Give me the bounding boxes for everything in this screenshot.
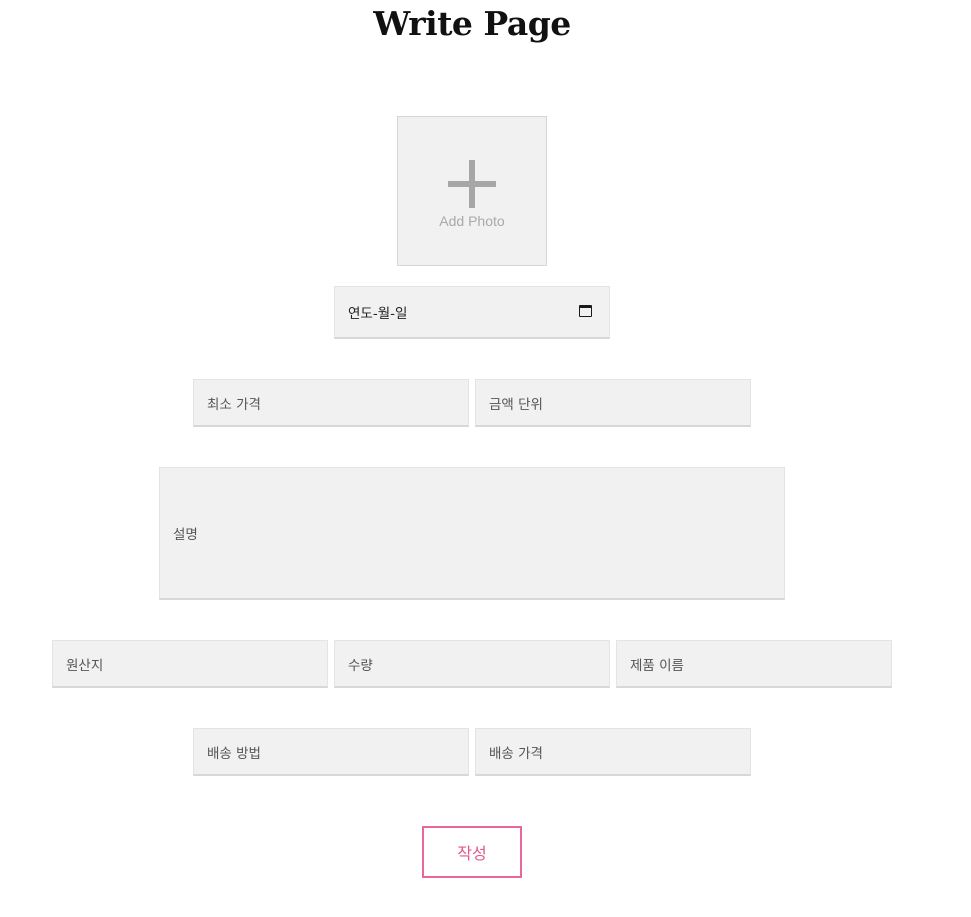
- origin-placeholder: 원산지: [66, 657, 104, 674]
- currency-unit-placeholder: 금액 단위: [489, 396, 543, 413]
- description-placeholder: 설명: [173, 527, 198, 543]
- min-price-input[interactable]: 최소 가격: [193, 379, 469, 427]
- product-name-placeholder: 제품 이름: [630, 657, 684, 674]
- shipping-method-input[interactable]: 배송 방법: [193, 728, 469, 776]
- calendar-icon[interactable]: [579, 305, 592, 317]
- shipping-price-placeholder: 배송 가격: [489, 745, 543, 762]
- add-photo-label: Add Photo: [439, 213, 505, 229]
- min-price-placeholder: 최소 가격: [207, 396, 261, 413]
- submit-button[interactable]: 작성: [422, 826, 522, 878]
- currency-unit-input[interactable]: 금액 단위: [475, 379, 751, 427]
- shipping-method-placeholder: 배송 방법: [207, 745, 261, 762]
- date-input[interactable]: 연도-월-일: [334, 286, 610, 339]
- plus-icon: [448, 160, 496, 208]
- date-input-value: 연도-월-일: [348, 306, 408, 322]
- origin-input[interactable]: 원산지: [52, 640, 328, 688]
- product-name-input[interactable]: 제품 이름: [616, 640, 892, 688]
- description-textarea[interactable]: 설명: [159, 467, 785, 600]
- quantity-placeholder: 수량: [348, 657, 373, 674]
- shipping-price-input[interactable]: 배송 가격: [475, 728, 751, 776]
- quantity-input[interactable]: 수량: [334, 640, 610, 688]
- add-photo-button[interactable]: Add Photo: [397, 116, 547, 266]
- page-title: Write Page: [373, 4, 571, 43]
